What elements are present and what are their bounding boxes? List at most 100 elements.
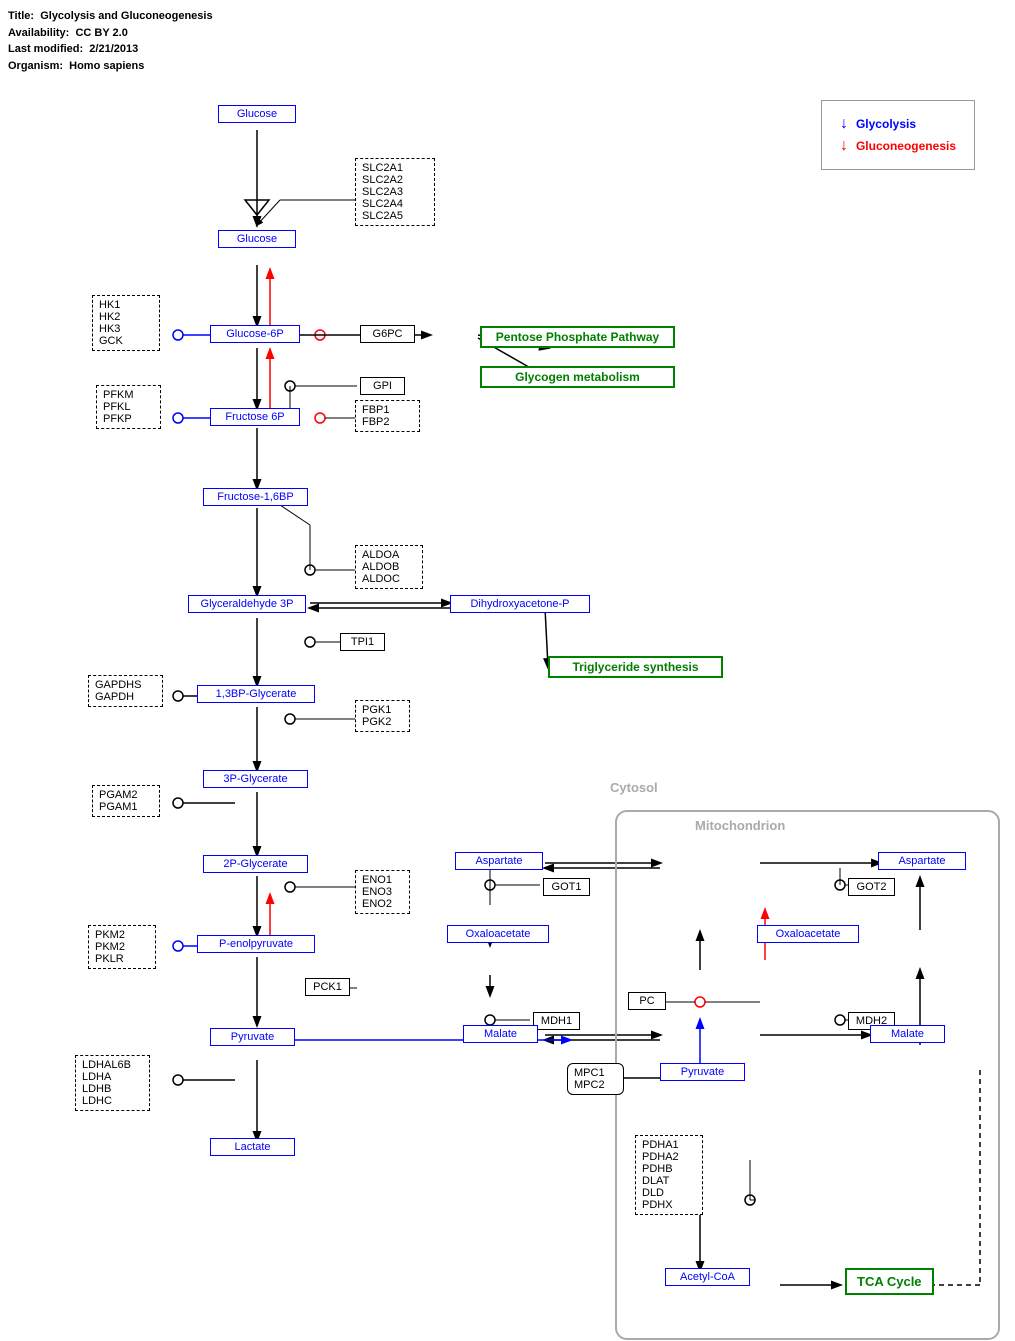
- glucose-mid-node[interactable]: Glucose: [218, 230, 296, 248]
- gluconeogenesis-arrow-icon: ↓: [840, 137, 848, 155]
- tca-label: TCA Cycle: [857, 1274, 922, 1289]
- triglyceride-node[interactable]: Triglyceride synthesis: [548, 656, 723, 678]
- bp13glycerate-label: 1,3BP-Glycerate: [216, 688, 297, 700]
- aldoc: ALDOC: [362, 573, 416, 585]
- last-modified-value: 2/21/2013: [89, 43, 138, 55]
- oxaloacetate-right-label: Oxaloacetate: [776, 928, 841, 940]
- fbp2: FBP2: [362, 416, 413, 428]
- pfk-box[interactable]: PFKM PFKL PFKP: [96, 385, 161, 429]
- penolpyruvate-node[interactable]: P-enolpyruvate: [197, 935, 315, 953]
- gapdh: GAPDH: [95, 691, 156, 703]
- tca-node[interactable]: TCA Cycle: [845, 1268, 934, 1295]
- glucose-mid-label: Glucose: [237, 233, 277, 245]
- glucose-top-node[interactable]: Glucose: [218, 105, 296, 123]
- p2glycerate-label: 2P-Glycerate: [223, 858, 287, 870]
- pdh-box[interactable]: PDHA1 PDHA2 PDHB DLAT DLD PDHX: [635, 1135, 703, 1215]
- acetylcoa-node[interactable]: Acetyl-CoA: [665, 1268, 750, 1286]
- acetylcoa-label: Acetyl-CoA: [680, 1271, 735, 1283]
- mpc2: MPC2: [574, 1079, 617, 1091]
- pyruvate-mid-node[interactable]: Pyruvate: [660, 1063, 745, 1081]
- p2glycerate-node[interactable]: 2P-Glycerate: [203, 855, 308, 873]
- ldhb: LDHB: [82, 1083, 143, 1095]
- penolpyruvate-label: P-enolpyruvate: [219, 938, 293, 950]
- glycolysis-label: Glycolysis: [856, 117, 916, 131]
- glyceraldehyde3p-node[interactable]: Glyceraldehyde 3P: [188, 595, 306, 613]
- pdha1: PDHA1: [642, 1139, 696, 1151]
- aspartate-right-node[interactable]: Aspartate: [878, 852, 966, 870]
- mdh1-label: MDH1: [541, 1015, 572, 1027]
- hk-box[interactable]: HK1 HK2 HK3 GCK: [92, 295, 160, 351]
- aspartate-mid-node[interactable]: Aspartate: [455, 852, 543, 870]
- oxaloacetate-right-node[interactable]: Oxaloacetate: [757, 925, 859, 943]
- pfkp: PFKP: [103, 413, 154, 425]
- aspartate-mid-label: Aspartate: [475, 855, 522, 867]
- glucose6p-label: Glucose-6P: [226, 328, 283, 340]
- mitochondrion-label: Mitochondrion: [695, 818, 785, 833]
- dhap-label: Dihydroxyacetone-P: [470, 598, 569, 610]
- pck1-node[interactable]: PCK1: [305, 978, 350, 996]
- dld: DLD: [642, 1187, 696, 1199]
- pfkm: PFKM: [103, 389, 154, 401]
- hk3: HK3: [99, 323, 153, 335]
- gpi-node[interactable]: GPI: [360, 377, 405, 395]
- ldh-box[interactable]: LDHAL6B LDHA LDHB LDHC: [75, 1055, 150, 1111]
- dhap-node[interactable]: Dihydroxyacetone-P: [450, 595, 590, 613]
- pdha2: PDHA2: [642, 1151, 696, 1163]
- g6pc-node[interactable]: G6PC: [360, 325, 415, 343]
- pgam1: PGAM1: [99, 801, 153, 813]
- malate-right-node[interactable]: Malate: [870, 1025, 945, 1043]
- ldhc: LDHC: [82, 1095, 143, 1107]
- mpc-box[interactable]: MPC1 MPC2: [567, 1063, 624, 1095]
- glycogen-label: Glycogen metabolism: [515, 370, 640, 384]
- slc-item-1: SLC2A1: [362, 162, 428, 174]
- fbp-box[interactable]: FBP1 FBP2: [355, 400, 420, 432]
- slc-item-3: SLC2A3: [362, 186, 428, 198]
- bp13glycerate-node[interactable]: 1,3BP-Glycerate: [197, 685, 315, 703]
- got1-node[interactable]: GOT1: [543, 878, 590, 896]
- title-value: Glycolysis and Gluconeogenesis: [40, 10, 212, 22]
- pc-node[interactable]: PC: [628, 992, 666, 1010]
- slc-item-5: SLC2A5: [362, 210, 428, 222]
- pck1-label: PCK1: [313, 981, 342, 993]
- gpi-label: GPI: [373, 380, 392, 392]
- eno-box[interactable]: ENO1 ENO3 ENO2: [355, 870, 410, 914]
- gapdh-box[interactable]: GAPDHS GAPDH: [88, 675, 163, 707]
- aldob: ALDOB: [362, 561, 416, 573]
- slc-item-4: SLC2A4: [362, 198, 428, 210]
- title-label: Title:: [8, 10, 34, 22]
- glycolysis-arrow-icon: ↓: [840, 115, 848, 133]
- availability-label: Availability:: [8, 27, 69, 39]
- dlat: DLAT: [642, 1175, 696, 1187]
- legend: ↓ Glycolysis ↓ Gluconeogenesis: [821, 100, 975, 170]
- availability-value: CC BY 2.0: [75, 27, 127, 39]
- fructose6p-node[interactable]: Fructose 6P: [210, 408, 300, 426]
- lactate-label: Lactate: [234, 1141, 270, 1153]
- fructose6p-label: Fructose 6P: [225, 411, 284, 423]
- mdh1-node[interactable]: MDH1: [533, 1012, 580, 1030]
- p3glycerate-node[interactable]: 3P-Glycerate: [203, 770, 308, 788]
- aldo-box[interactable]: ALDOA ALDOB ALDOC: [355, 545, 423, 589]
- malate-mid-node[interactable]: Malate: [463, 1025, 538, 1043]
- pentose-node[interactable]: Pentose Phosphate Pathway: [480, 326, 675, 348]
- eno2: ENO2: [362, 898, 403, 910]
- last-modified-label: Last modified:: [8, 43, 83, 55]
- pgk-box[interactable]: PGK1 PGK2: [355, 700, 410, 732]
- legend-gluconeogenesis: ↓ Gluconeogenesis: [840, 137, 956, 155]
- fructose16bp-node[interactable]: Fructose-1,6BP: [203, 488, 308, 506]
- oxaloacetate-mid-node[interactable]: Oxaloacetate: [447, 925, 549, 943]
- slc-box[interactable]: SLC2A1 SLC2A2 SLC2A3 SLC2A4 SLC2A5: [355, 158, 435, 226]
- p3glycerate-label: 3P-Glycerate: [223, 773, 287, 785]
- lactate-node[interactable]: Lactate: [210, 1138, 295, 1156]
- glucose6p-node[interactable]: Glucose-6P: [210, 325, 300, 343]
- pyruvate-left-node[interactable]: Pyruvate: [210, 1028, 295, 1046]
- tpi1-node[interactable]: TPI1: [340, 633, 385, 651]
- pkm-box[interactable]: PKM2 PKM2 PKLR: [88, 925, 156, 969]
- g6pc-label: G6PC: [373, 328, 403, 340]
- glucose-top-label: Glucose: [237, 108, 277, 120]
- hk2: HK2: [99, 311, 153, 323]
- got2-label: GOT2: [857, 881, 887, 893]
- pgam-box[interactable]: PGAM2 PGAM1: [92, 785, 160, 817]
- legend-glycolysis: ↓ Glycolysis: [840, 115, 956, 133]
- glycogen-node[interactable]: Glycogen metabolism: [480, 366, 675, 388]
- got2-node[interactable]: GOT2: [848, 878, 895, 896]
